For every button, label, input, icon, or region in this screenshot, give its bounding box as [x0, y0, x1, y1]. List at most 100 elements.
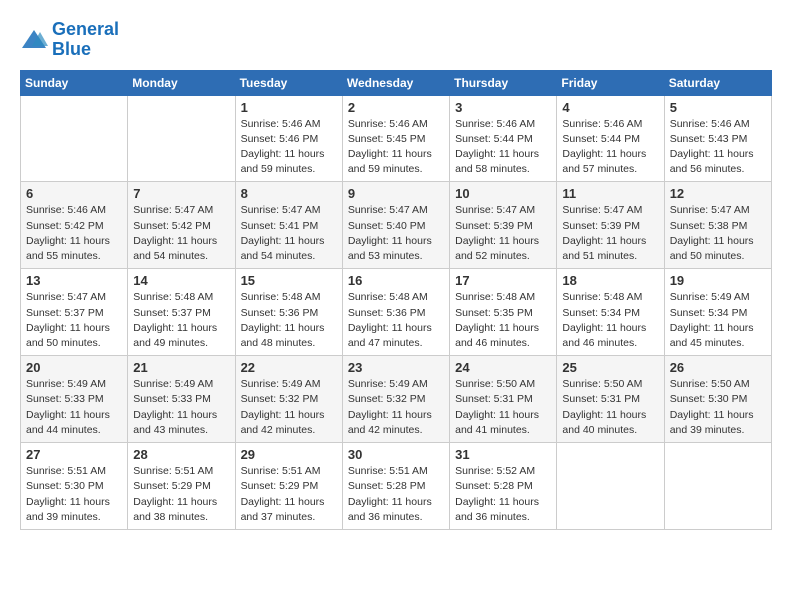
day-number: 1 — [241, 100, 337, 115]
day-info: Sunrise: 5:50 AM Sunset: 5:31 PM Dayligh… — [455, 377, 551, 438]
day-info: Sunrise: 5:47 AM Sunset: 5:42 PM Dayligh… — [133, 203, 229, 264]
calendar-cell: 6 Sunrise: 5:46 AM Sunset: 5:42 PM Daylig… — [21, 182, 128, 269]
day-number: 15 — [241, 273, 337, 288]
day-number: 29 — [241, 447, 337, 462]
calendar-cell: 5Sunrise: 5:46 AM Sunset: 5:43 PM Daylig… — [664, 95, 771, 182]
calendar-cell: 17 Sunrise: 5:48 AM Sunset: 5:35 PM Dayli… — [450, 269, 557, 356]
calendar-header-row: SundayMondayTuesdayWednesdayThursdayFrid… — [21, 70, 772, 95]
day-info: Sunrise: 5:47 AM Sunset: 5:39 PM Dayligh… — [562, 203, 658, 264]
weekday-header: Tuesday — [235, 70, 342, 95]
calendar-cell — [128, 95, 235, 182]
day-info: Sunrise: 5:51 AM Sunset: 5:28 PM Dayligh… — [348, 464, 444, 525]
day-number: 30 — [348, 447, 444, 462]
calendar-cell: 22 Sunrise: 5:49 AM Sunset: 5:32 PM Dayli… — [235, 356, 342, 443]
page-header: General Blue — [20, 20, 772, 60]
day-info: Sunrise: 5:50 AM Sunset: 5:30 PM Dayligh… — [670, 377, 766, 438]
calendar-cell: 31 Sunrise: 5:52 AM Sunset: 5:28 PM Dayli… — [450, 443, 557, 530]
day-number: 26 — [670, 360, 766, 375]
day-info: Sunrise: 5:51 AM Sunset: 5:30 PM Dayligh… — [26, 464, 122, 525]
calendar-cell: 27 Sunrise: 5:51 AM Sunset: 5:30 PM Dayli… — [21, 443, 128, 530]
day-info: Sunrise: 5:49 AM Sunset: 5:32 PM Dayligh… — [241, 377, 337, 438]
day-number: 20 — [26, 360, 122, 375]
day-number: 25 — [562, 360, 658, 375]
calendar-cell: 12 Sunrise: 5:47 AM Sunset: 5:38 PM Dayli… — [664, 182, 771, 269]
calendar-cell: 11 Sunrise: 5:47 AM Sunset: 5:39 PM Dayli… — [557, 182, 664, 269]
calendar-cell: 7 Sunrise: 5:47 AM Sunset: 5:42 PM Daylig… — [128, 182, 235, 269]
calendar-cell: 4 Sunrise: 5:46 AM Sunset: 5:44 PM Daylig… — [557, 95, 664, 182]
day-info: Sunrise: 5:46 AM Sunset: 5:45 PM Dayligh… — [348, 117, 444, 178]
calendar-cell: 14 Sunrise: 5:48 AM Sunset: 5:37 PM Dayli… — [128, 269, 235, 356]
calendar-cell: 2Sunrise: 5:46 AM Sunset: 5:45 PM Daylig… — [342, 95, 449, 182]
day-info: Sunrise: 5:51 AM Sunset: 5:29 PM Dayligh… — [241, 464, 337, 525]
day-info: Sunrise: 5:48 AM Sunset: 5:35 PM Dayligh… — [455, 290, 551, 351]
day-number: 10 — [455, 186, 551, 201]
day-number: 4 — [562, 100, 658, 115]
day-number: 14 — [133, 273, 229, 288]
day-number: 3 — [455, 100, 551, 115]
calendar-cell: 29 Sunrise: 5:51 AM Sunset: 5:29 PM Dayli… — [235, 443, 342, 530]
day-number: 12 — [670, 186, 766, 201]
calendar-cell: 9 Sunrise: 5:47 AM Sunset: 5:40 PM Daylig… — [342, 182, 449, 269]
day-number: 11 — [562, 186, 658, 201]
day-info: Sunrise: 5:49 AM Sunset: 5:34 PM Dayligh… — [670, 290, 766, 351]
day-number: 18 — [562, 273, 658, 288]
calendar-cell: 26 Sunrise: 5:50 AM Sunset: 5:30 PM Dayli… — [664, 356, 771, 443]
day-number: 6 — [26, 186, 122, 201]
day-info: Sunrise: 5:46 AM Sunset: 5:42 PM Dayligh… — [26, 203, 122, 264]
calendar-cell: 21Sunrise: 5:49 AM Sunset: 5:33 PM Dayli… — [128, 356, 235, 443]
day-info: Sunrise: 5:46 AM Sunset: 5:46 PM Dayligh… — [241, 117, 337, 178]
calendar-cell: 30 Sunrise: 5:51 AM Sunset: 5:28 PM Dayli… — [342, 443, 449, 530]
day-info: Sunrise: 5:47 AM Sunset: 5:38 PM Dayligh… — [670, 203, 766, 264]
calendar-cell: 1 Sunrise: 5:46 AM Sunset: 5:46 PM Daylig… — [235, 95, 342, 182]
day-number: 27 — [26, 447, 122, 462]
calendar-cell: 24 Sunrise: 5:50 AM Sunset: 5:31 PM Dayli… — [450, 356, 557, 443]
logo-icon — [20, 28, 48, 52]
day-info: Sunrise: 5:49 AM Sunset: 5:33 PM Dayligh… — [26, 377, 122, 438]
day-number: 17 — [455, 273, 551, 288]
weekday-header: Friday — [557, 70, 664, 95]
calendar-week-row: 20 Sunrise: 5:49 AM Sunset: 5:33 PM Dayli… — [21, 356, 772, 443]
day-number: 9 — [348, 186, 444, 201]
day-info: Sunrise: 5:46 AM Sunset: 5:44 PM Dayligh… — [562, 117, 658, 178]
day-info: Sunrise: 5:47 AM Sunset: 5:41 PM Dayligh… — [241, 203, 337, 264]
calendar-cell — [557, 443, 664, 530]
logo: General Blue — [20, 20, 119, 60]
weekday-header: Sunday — [21, 70, 128, 95]
day-info: Sunrise: 5:48 AM Sunset: 5:37 PM Dayligh… — [133, 290, 229, 351]
day-number: 23 — [348, 360, 444, 375]
day-number: 7 — [133, 186, 229, 201]
day-info: Sunrise: 5:48 AM Sunset: 5:36 PM Dayligh… — [348, 290, 444, 351]
day-number: 31 — [455, 447, 551, 462]
day-number: 28 — [133, 447, 229, 462]
calendar-cell: 19Sunrise: 5:49 AM Sunset: 5:34 PM Dayli… — [664, 269, 771, 356]
calendar-cell — [21, 95, 128, 182]
calendar-week-row: 6 Sunrise: 5:46 AM Sunset: 5:42 PM Daylig… — [21, 182, 772, 269]
day-info: Sunrise: 5:48 AM Sunset: 5:34 PM Dayligh… — [562, 290, 658, 351]
day-info: Sunrise: 5:52 AM Sunset: 5:28 PM Dayligh… — [455, 464, 551, 525]
calendar-cell: 28Sunrise: 5:51 AM Sunset: 5:29 PM Dayli… — [128, 443, 235, 530]
calendar-cell: 10Sunrise: 5:47 AM Sunset: 5:39 PM Dayli… — [450, 182, 557, 269]
calendar-cell: 25 Sunrise: 5:50 AM Sunset: 5:31 PM Dayli… — [557, 356, 664, 443]
day-number: 13 — [26, 273, 122, 288]
calendar-cell — [664, 443, 771, 530]
day-info: Sunrise: 5:47 AM Sunset: 5:40 PM Dayligh… — [348, 203, 444, 264]
day-number: 24 — [455, 360, 551, 375]
calendar-cell: 3Sunrise: 5:46 AM Sunset: 5:44 PM Daylig… — [450, 95, 557, 182]
weekday-header: Monday — [128, 70, 235, 95]
calendar-body: 1 Sunrise: 5:46 AM Sunset: 5:46 PM Daylig… — [21, 95, 772, 529]
day-info: Sunrise: 5:50 AM Sunset: 5:31 PM Dayligh… — [562, 377, 658, 438]
day-number: 22 — [241, 360, 337, 375]
calendar-cell: 18 Sunrise: 5:48 AM Sunset: 5:34 PM Dayli… — [557, 269, 664, 356]
logo-text: General Blue — [52, 20, 119, 60]
calendar-week-row: 27 Sunrise: 5:51 AM Sunset: 5:30 PM Dayli… — [21, 443, 772, 530]
weekday-header: Wednesday — [342, 70, 449, 95]
day-info: Sunrise: 5:48 AM Sunset: 5:36 PM Dayligh… — [241, 290, 337, 351]
day-number: 16 — [348, 273, 444, 288]
calendar-table: SundayMondayTuesdayWednesdayThursdayFrid… — [20, 70, 772, 530]
day-info: Sunrise: 5:47 AM Sunset: 5:37 PM Dayligh… — [26, 290, 122, 351]
weekday-header: Thursday — [450, 70, 557, 95]
day-info: Sunrise: 5:49 AM Sunset: 5:32 PM Dayligh… — [348, 377, 444, 438]
calendar-cell: 13 Sunrise: 5:47 AM Sunset: 5:37 PM Dayli… — [21, 269, 128, 356]
calendar-cell: 15 Sunrise: 5:48 AM Sunset: 5:36 PM Dayli… — [235, 269, 342, 356]
day-info: Sunrise: 5:46 AM Sunset: 5:43 PM Dayligh… — [670, 117, 766, 178]
